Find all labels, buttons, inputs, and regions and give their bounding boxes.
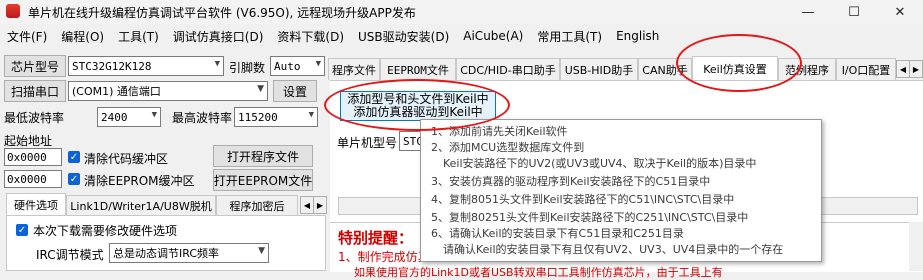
start-address-label: 起始地址 <box>4 134 53 148</box>
max-baud-label: 最高波特率 <box>172 111 233 125</box>
chip-model-value: STC32G12K128 <box>72 59 152 73</box>
close-button[interactable]: ✕ <box>877 0 923 24</box>
clear-eeprom-label: 清除EEPROM缓冲区 <box>84 174 195 188</box>
menu-english[interactable]: English <box>609 29 666 43</box>
chip-model-select[interactable]: STC32G12K128 ▼ <box>68 56 224 76</box>
tab-scroll-left-icon[interactable]: ◀ <box>300 196 314 214</box>
min-baud-value: 2400 <box>101 110 128 124</box>
menu-program[interactable]: 编程(O) <box>54 28 111 45</box>
scan-port-button[interactable]: 扫描串口 <box>4 80 66 102</box>
min-baud-select[interactable]: 2400 ▼ <box>97 107 161 127</box>
tab-hardware-options[interactable]: 硬件选项 <box>6 193 66 215</box>
chevron-down-icon: ▼ <box>315 59 321 69</box>
tab-scroll-left-icon[interactable]: ◀ <box>896 60 910 78</box>
chip-model-button[interactable]: 芯片型号 <box>4 55 66 77</box>
open-eeprom-file-button[interactable]: 打开EEPROM文件 <box>213 169 313 191</box>
annotation-ellipse-add-button <box>324 79 510 131</box>
tab-offline-download[interactable]: Link1D/Writer1A/U8W脱机 <box>66 195 216 215</box>
tooltip-line-7: 6、请确认Keil的安装目录下有C51目录和C251目录 <box>431 227 684 240</box>
clear-eeprom-checkbox[interactable]: ✓ <box>68 173 80 185</box>
max-baud-select[interactable]: 115200 ▼ <box>234 107 318 127</box>
chevron-down-icon: ▼ <box>214 59 220 69</box>
tab-eeprom-file[interactable]: EEPROM文件 <box>380 58 456 80</box>
tooltip-line-3: Keil安装路径下的UV2(或UV3或UV4、取决于Keil的版本)目录中 <box>443 157 757 170</box>
chevron-down-icon: ▼ <box>151 110 157 120</box>
tab-program-encryption[interactable]: 程序加密后 <box>216 195 298 215</box>
warning-title: 特别提醒： <box>338 229 414 247</box>
clear-code-label: 清除代码缓冲区 <box>84 152 169 166</box>
app-icon <box>6 4 20 18</box>
chevron-down-icon: ▼ <box>257 84 264 94</box>
warning-line-1: 1、制作完成仿真 <box>338 250 430 264</box>
warning-line-2: 如果使用官方的Link1D或者USB转双串口工具制作仿真芯片，由于工具上有 <box>354 266 723 279</box>
chevron-down-icon: ▼ <box>308 110 314 120</box>
menu-tools[interactable]: 工具(T) <box>111 28 166 45</box>
menu-file[interactable]: 文件(F) <box>0 28 54 45</box>
min-baud-label: 最低波特率 <box>4 111 65 125</box>
menu-usb-driver[interactable]: USB驱动安装(D) <box>351 28 456 45</box>
maximize-button[interactable]: ☐ <box>831 0 877 24</box>
menu-common-tools[interactable]: 常用工具(T) <box>530 28 609 45</box>
warning-scrollbar[interactable] <box>909 222 923 271</box>
tab-cdc-hid-serial[interactable]: CDC/HID-串口助手 <box>456 58 560 80</box>
mcu-model-label: 单片机型号 <box>337 136 398 150</box>
add-model-tooltip: 1、添加前请先关闭Keil软件 2、添加MCU选型数据库文件到 Keil安装路径… <box>420 119 822 262</box>
max-baud-value: 115200 <box>238 110 278 124</box>
tooltip-line-2: 2、添加MCU选型数据库文件到 <box>431 141 585 154</box>
pin-count-select[interactable]: Auto ▼ <box>270 56 325 76</box>
pin-count-value: Auto <box>274 59 301 73</box>
code-start-address-field[interactable]: 0x0000 <box>4 148 62 166</box>
open-program-file-button[interactable]: 打开程序文件 <box>213 145 313 167</box>
eeprom-start-address-field[interactable]: 0x0000 <box>4 170 62 188</box>
modify-hardware-checkbox[interactable]: ✓ <box>16 224 28 236</box>
tab-scroll-right-icon[interactable]: ▶ <box>313 196 327 214</box>
menu-aicube[interactable]: AiCube(A) <box>456 29 530 43</box>
tooltip-line-5: 4、复制8051头文件到Keil安装路径下的C51\INC\STC\目录中 <box>431 193 735 206</box>
minimize-button[interactable]: — <box>785 0 831 24</box>
irc-mode-label: IRC调节模式 <box>36 248 104 262</box>
tab-usb-hid[interactable]: USB-HID助手 <box>560 58 638 80</box>
irc-mode-value: 总是动态调节IRC频率 <box>113 247 220 260</box>
tab-scroll-right-icon[interactable]: ▶ <box>909 60 923 78</box>
settings-button[interactable]: 设置 <box>273 80 317 102</box>
tooltip-line-4: 3、安装仿真器的驱动程序到Keil安装路径下的C51目录中 <box>431 175 711 188</box>
tooltip-line-8: 请确认Keil的安装目录下有且仅有UV2、UV3、UV4目录中的一个存在 <box>443 243 784 256</box>
annotation-ellipse-keil-tab <box>676 34 802 92</box>
port-select[interactable]: (COM1) 通信端口 ▼ <box>68 81 268 101</box>
modify-hardware-label: 本次下载需要修改硬件选项 <box>33 224 178 238</box>
tab-io-config[interactable]: I/O口配置 <box>836 58 896 80</box>
pin-count-label: 引脚数 <box>229 61 266 75</box>
irc-mode-select[interactable]: 总是动态调节IRC频率 ▼ <box>109 243 269 263</box>
port-value: (COM1) 通信端口 <box>72 85 161 98</box>
menu-debug-interface[interactable]: 调试仿真接口(D) <box>166 28 271 45</box>
window-title: 单片机在线升级编程仿真调试平台软件 (V6.95O), 远程现场升级APP发布 <box>28 6 416 20</box>
tooltip-line-6: 5、复制80251头文件到Keil安装路径下的C251\INC\STC\目录中 <box>431 211 749 224</box>
chevron-down-icon: ▼ <box>258 246 265 256</box>
menu-downloads[interactable]: 资料下载(D) <box>270 28 351 45</box>
clear-code-checkbox[interactable]: ✓ <box>68 151 80 163</box>
tab-program-file[interactable]: 程序文件 <box>328 58 380 80</box>
